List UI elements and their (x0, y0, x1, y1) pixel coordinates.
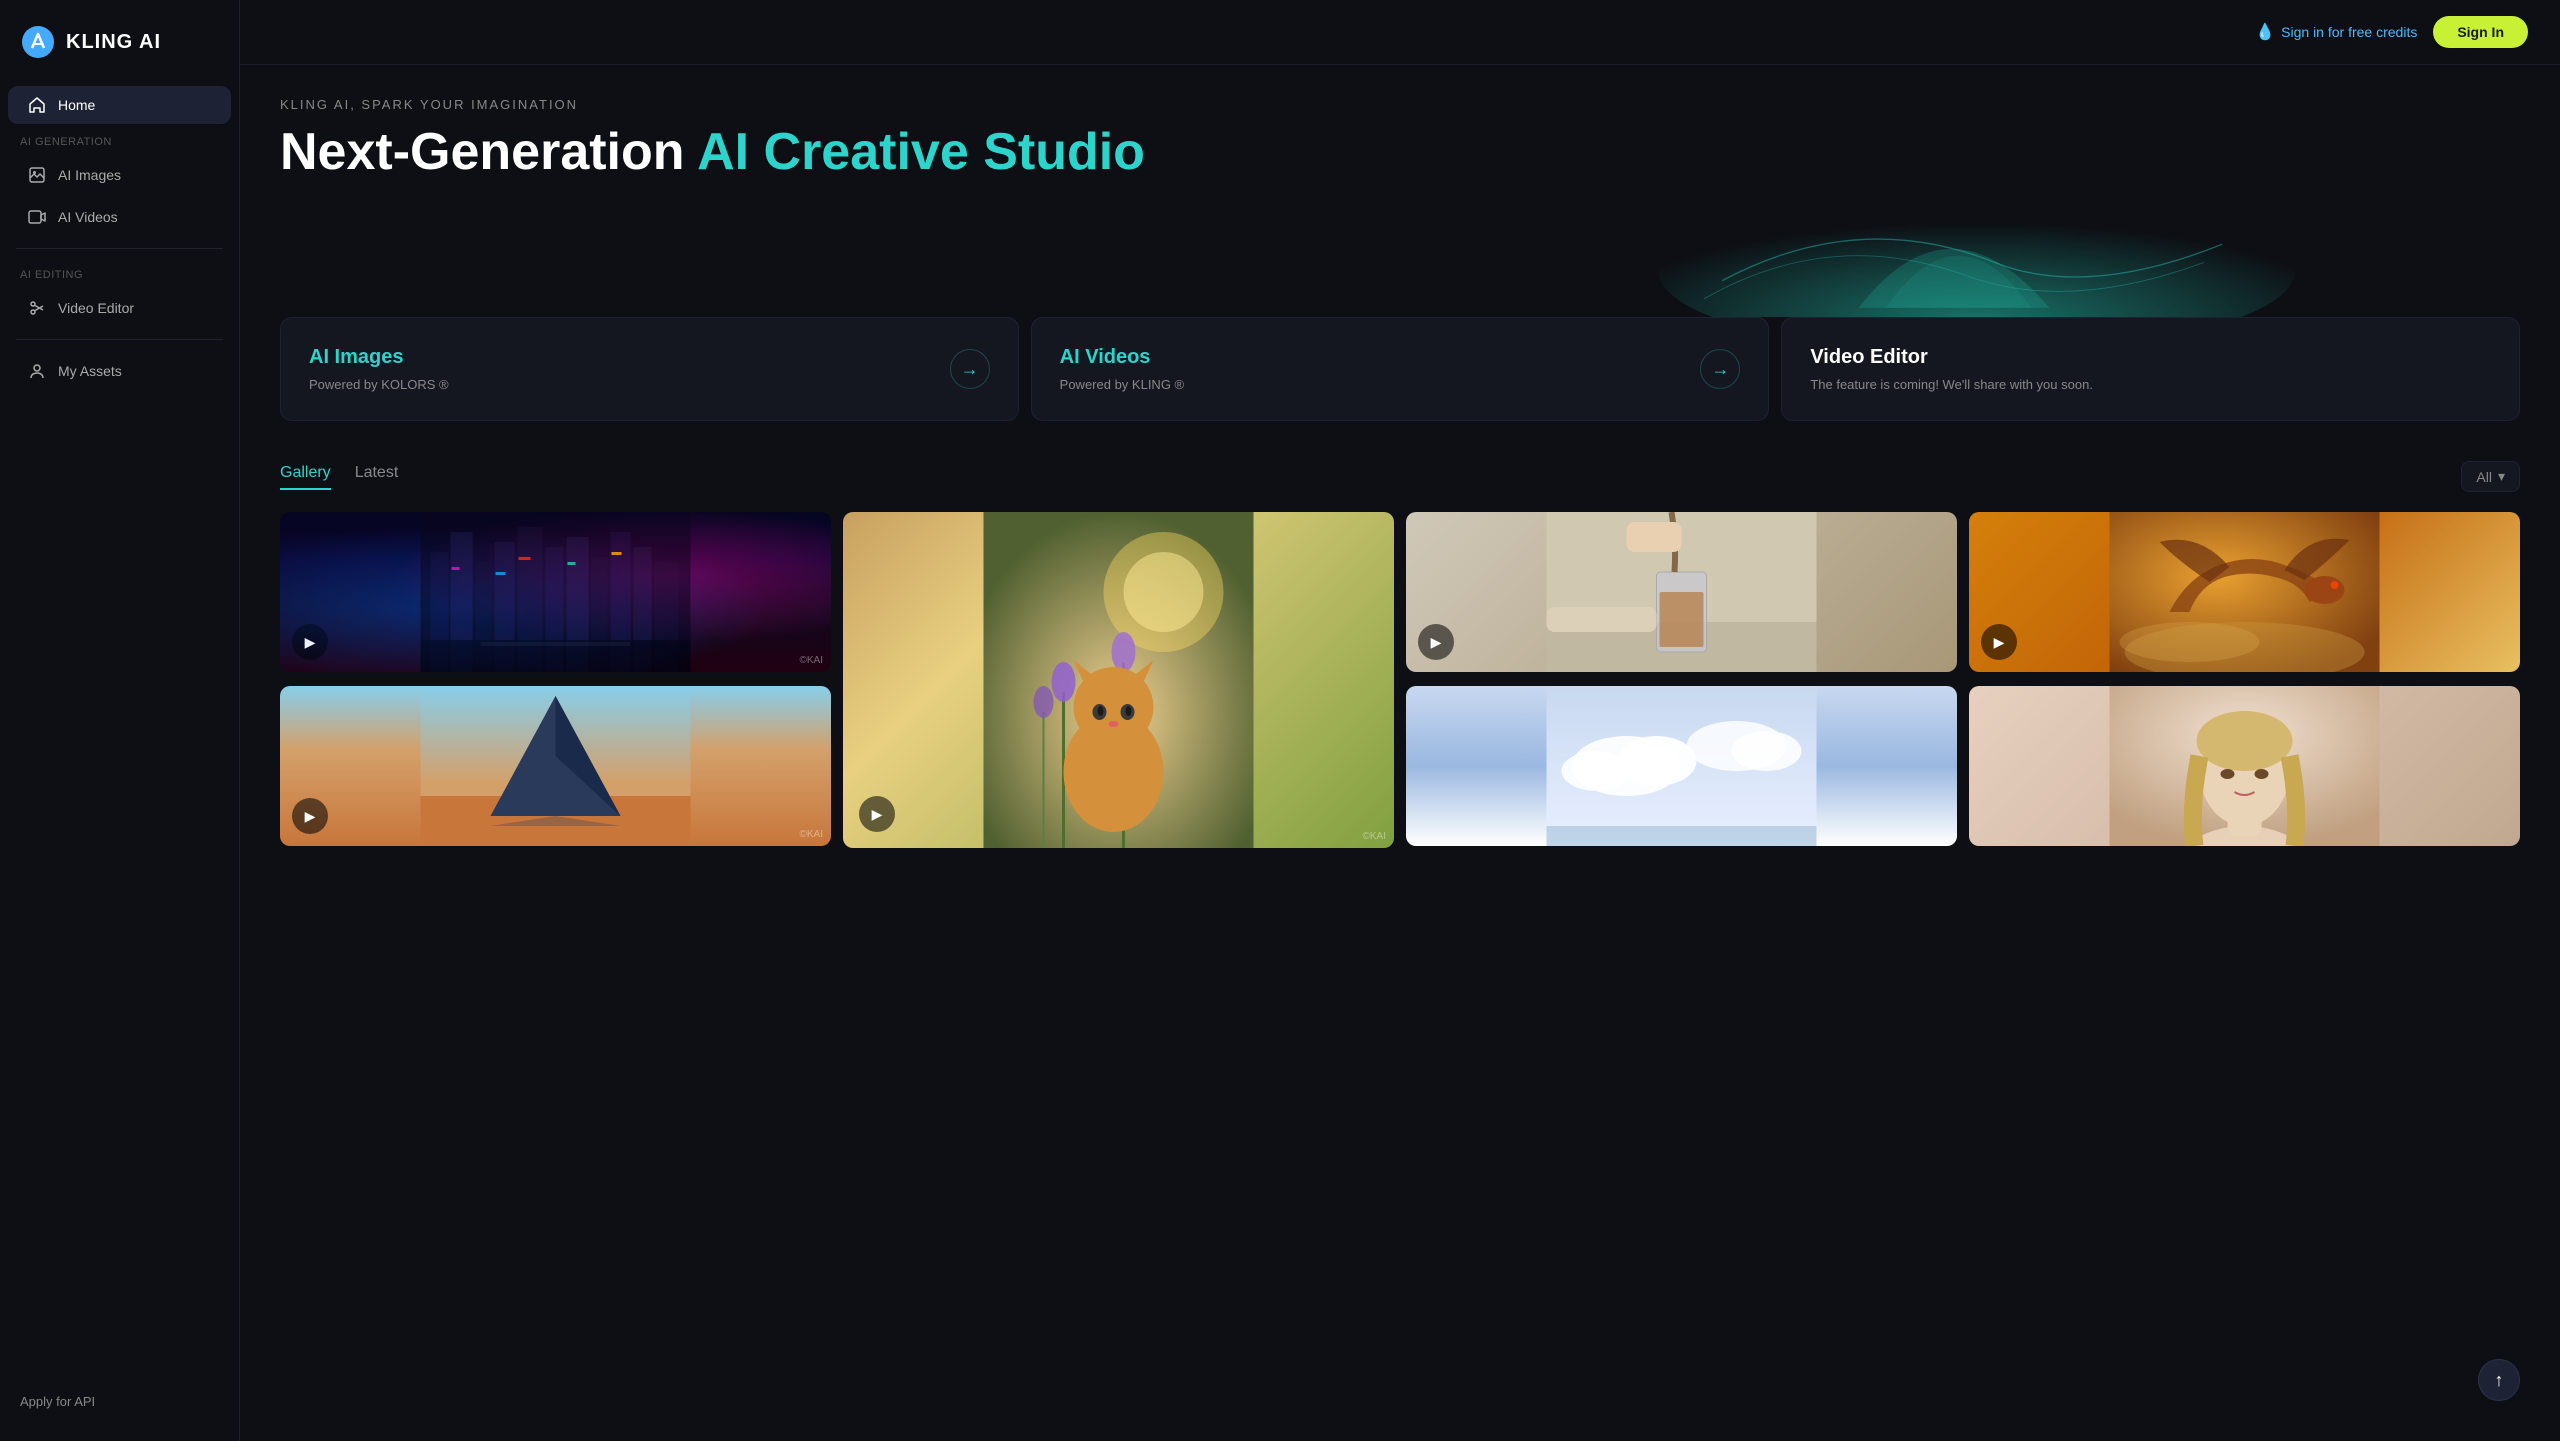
sidebar: KLING AI Home AI Generation AI Images AI… (0, 0, 240, 1441)
sidebar-video-editor-label: Video Editor (58, 300, 134, 316)
gallery-item-city-night[interactable]: ▶ ©KAI (280, 512, 831, 672)
header: 💧 Sign in for free credits Sign In (240, 0, 2560, 65)
hero-section: KLING AI, SPARK YOUR IMAGINATION Next-Ge… (280, 97, 2520, 317)
content-area: KLING AI, SPARK YOUR IMAGINATION Next-Ge… (240, 65, 2560, 1441)
filter-dropdown[interactable]: All ▾ (2461, 461, 2520, 492)
main-area: 💧 Sign in for free credits Sign In (240, 0, 2560, 1441)
gallery-watermark-pyramid: ©KAI (800, 829, 824, 840)
sidebar-item-ai-images[interactable]: AI Images (8, 156, 231, 194)
gallery-item-inner-coffee: ▶ (1406, 512, 1957, 672)
feature-cards-row: AI Images Powered by KOLORS ® → AI Video… (280, 317, 2520, 421)
video-icon (28, 208, 46, 226)
video-editor-card-subtitle: The feature is coming! We'll share with … (1810, 377, 2491, 392)
card-content-ai-images: AI Images Powered by KOLORS ® (309, 346, 934, 392)
gallery-grid: ▶ ©KAI (280, 512, 2520, 848)
sidebar-bottom: Apply for API (0, 1378, 239, 1425)
city-svg (280, 512, 831, 672)
sidebar-divider-2 (16, 339, 223, 340)
tab-latest[interactable]: Latest (355, 464, 399, 490)
filter-label: All (2476, 469, 2492, 485)
hero-title-cyan: AI Creative Studio (697, 123, 1145, 181)
ai-videos-card[interactable]: AI Videos Powered by KLING ® → (1031, 317, 1770, 421)
home-icon (28, 96, 46, 114)
pyramid-svg (280, 686, 831, 846)
gallery-item-inner: ▶ ©KAI (280, 512, 831, 672)
hero-subtitle: KLING AI, SPARK YOUR IMAGINATION (280, 97, 2520, 112)
sidebar-home-label: Home (58, 97, 95, 113)
sidebar-item-video-editor[interactable]: Video Editor (8, 289, 231, 327)
tab-gallery[interactable]: Gallery (280, 464, 331, 490)
ai-images-card[interactable]: AI Images Powered by KOLORS ® → (280, 317, 1019, 421)
play-button-dragon[interactable]: ▶ (1981, 624, 2017, 660)
user-icon (28, 362, 46, 380)
play-button-pyramid[interactable]: ▶ (292, 798, 328, 834)
ai-images-card-title: AI Images (309, 346, 934, 369)
card-content-video-editor: Video Editor The feature is coming! We'l… (1810, 346, 2491, 392)
gallery-header: Gallery Latest All ▾ (280, 461, 2520, 492)
sidebar-my-assets-label: My Assets (58, 363, 122, 379)
logo-icon (20, 24, 56, 60)
gallery-tabs: Gallery Latest (280, 464, 398, 490)
gallery-item-inner-cat: ▶ ©KAI (843, 512, 1394, 848)
sign-in-free-label: Sign in for free credits (2281, 24, 2417, 40)
hero-title: Next-Generation AI Creative Studio (280, 124, 2520, 181)
gallery-item-inner-sky (1406, 686, 1957, 846)
sidebar-item-ai-videos[interactable]: AI Videos (8, 198, 231, 236)
scroll-top-button[interactable]: ↑ (2478, 1359, 2520, 1401)
ai-images-arrow[interactable]: → (950, 349, 990, 389)
sidebar-item-home[interactable]: Home (8, 86, 231, 124)
play-button[interactable]: ▶ (292, 624, 328, 660)
gallery-item-portrait[interactable] (1969, 686, 2520, 846)
sign-in-free-credits[interactable]: 💧 Sign in for free credits (2255, 22, 2417, 42)
ai-videos-arrow[interactable]: → (1700, 349, 1740, 389)
gallery-item-sky[interactable] (1406, 686, 1957, 846)
gallery-item-inner-pyramid: ▶ ©KAI (280, 686, 831, 846)
section-label-ai-editing: AI Editing (0, 259, 239, 287)
video-editor-card-title: Video Editor (1810, 346, 2491, 369)
gallery-item-dragon[interactable]: ▶ (1969, 512, 2520, 672)
logo: KLING AI (0, 16, 239, 84)
gallery-watermark: ©KAI (800, 655, 824, 666)
gallery-item-inner-dragon: ▶ (1969, 512, 2520, 672)
apply-api-link[interactable]: Apply for API (20, 1394, 219, 1409)
sidebar-ai-images-label: AI Images (58, 167, 121, 183)
ai-images-card-subtitle: Powered by KOLORS ® (309, 377, 934, 392)
card-content-ai-videos: AI Videos Powered by KLING ® (1060, 346, 1685, 392)
dragon-svg (1969, 512, 2520, 672)
ai-videos-card-title: AI Videos (1060, 346, 1685, 369)
ai-videos-card-subtitle: Powered by KLING ® (1060, 377, 1685, 392)
sidebar-ai-videos-label: AI Videos (58, 209, 118, 225)
play-button-cat[interactable]: ▶ (859, 796, 895, 832)
gallery-item-pyramid[interactable]: ▶ ©KAI (280, 686, 831, 846)
video-editor-card[interactable]: Video Editor The feature is coming! We'l… (1781, 317, 2520, 421)
play-button-coffee[interactable]: ▶ (1418, 624, 1454, 660)
gallery-item-cat-flowers[interactable]: ▶ ©KAI (843, 512, 1394, 848)
hero-title-black: Next-Generation (280, 123, 685, 181)
gallery-item-inner-portrait (1969, 686, 2520, 846)
coffee-svg (1406, 512, 1957, 672)
sky-svg (1406, 686, 1957, 846)
cat-svg (843, 512, 1394, 848)
drop-icon: 💧 (2255, 22, 2275, 42)
gallery-item-coffee[interactable]: ▶ (1406, 512, 1957, 672)
section-label-ai-generation: AI Generation (0, 126, 239, 154)
gallery-watermark-cat: ©KAI (1363, 831, 1387, 842)
logo-text: KLING AI (66, 31, 161, 54)
scissors-icon (28, 299, 46, 317)
image-icon (28, 166, 46, 184)
sign-in-button[interactable]: Sign In (2433, 16, 2528, 48)
portrait-svg (1969, 686, 2520, 846)
sidebar-item-my-assets[interactable]: My Assets (8, 352, 231, 390)
sidebar-divider (16, 248, 223, 249)
chevron-down-icon: ▾ (2498, 468, 2505, 485)
